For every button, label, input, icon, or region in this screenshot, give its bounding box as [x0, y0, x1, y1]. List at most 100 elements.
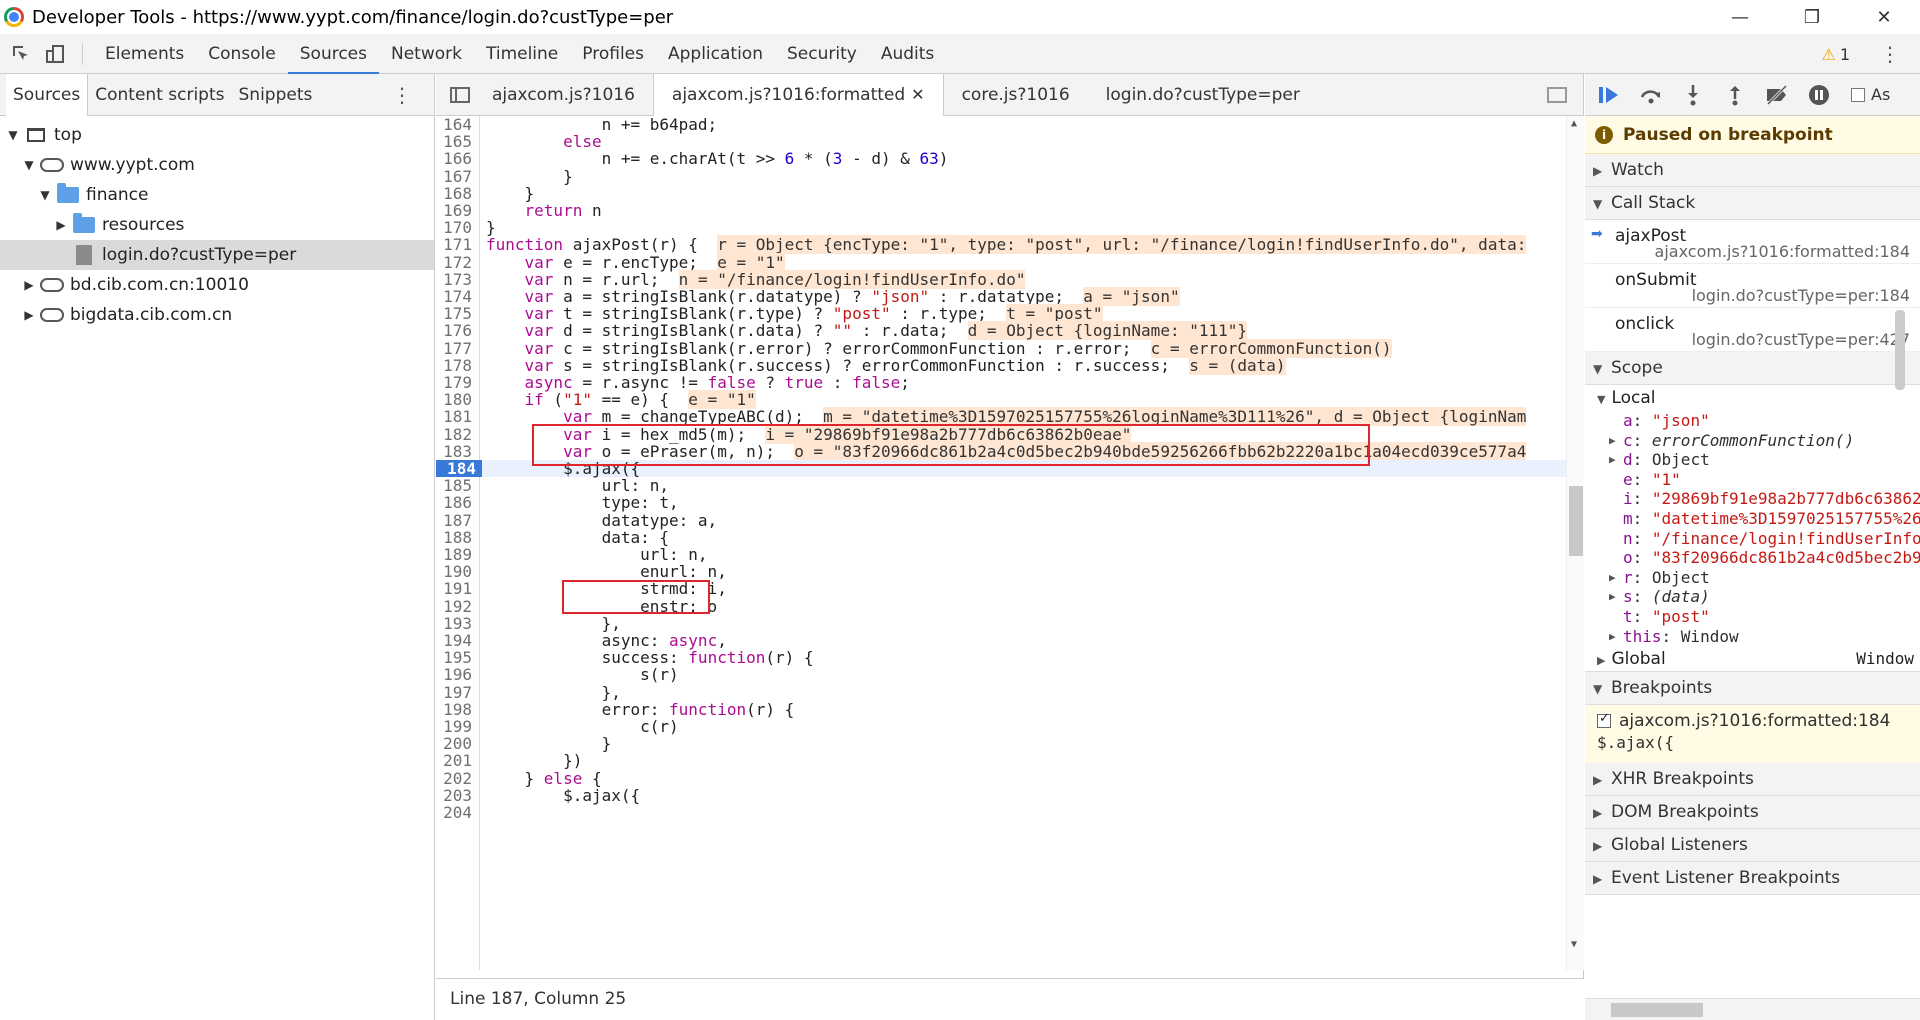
- line-number[interactable]: 185: [436, 477, 478, 494]
- navigator-tab-content-scripts[interactable]: Content scripts: [88, 74, 231, 116]
- tree-item[interactable]: ▼ finance: [0, 180, 434, 210]
- tab-network[interactable]: Network: [379, 34, 474, 74]
- call-frame[interactable]: onSubmit login.do?custType=per:184: [1585, 264, 1920, 308]
- scope-variable[interactable]: i: "29869bf91e98a2b777db6c63862b0eae": [1585, 489, 1920, 509]
- tree-item[interactable]: login.do?custType=per: [0, 240, 434, 270]
- editor-tab[interactable]: core.js?1016: [944, 74, 1088, 116]
- scope-variable[interactable]: a: "json": [1585, 411, 1920, 431]
- line-number[interactable]: 165: [436, 133, 478, 150]
- expanded-arrow-icon[interactable]: ▼: [6, 128, 20, 142]
- async-toggle[interactable]: As: [1851, 85, 1890, 104]
- line-number[interactable]: 201: [436, 752, 478, 769]
- event-listener-breakpoints-header[interactable]: ▶ Event Listener Breakpoints: [1585, 862, 1920, 896]
- line-number[interactable]: 166: [436, 150, 478, 167]
- warnings-counter[interactable]: ⚠ 1: [1821, 34, 1850, 74]
- scope-variable[interactable]: t: "post": [1585, 607, 1920, 627]
- toggle-debugger-icon[interactable]: [1547, 87, 1567, 103]
- callstack-section-header[interactable]: ▼ Call Stack: [1585, 187, 1920, 220]
- line-number[interactable]: 176: [436, 322, 478, 339]
- scope-local-header[interactable]: ▼ Local: [1585, 385, 1920, 411]
- close-tab-icon[interactable]: ✕: [911, 85, 924, 104]
- scope-variable[interactable]: m: "datetime%3D1597025157755%26loginName…: [1585, 509, 1920, 529]
- line-number[interactable]: 188: [436, 529, 478, 546]
- editor-tab[interactable]: login.do?custType=per: [1088, 74, 1318, 116]
- line-number[interactable]: 172: [436, 254, 478, 271]
- devtools-menu-icon[interactable]: ⋮: [1880, 34, 1900, 74]
- line-number[interactable]: 194: [436, 632, 478, 649]
- tab-profiles[interactable]: Profiles: [570, 34, 656, 74]
- line-number[interactable]: 167: [436, 168, 478, 185]
- line-number[interactable]: 171: [436, 236, 478, 253]
- minimize-button[interactable]: —: [1704, 0, 1776, 34]
- call-frame[interactable]: ➡ ajaxPost ajaxcom.js?1016:formatted:184: [1585, 220, 1920, 264]
- line-number[interactable]: 186: [436, 494, 478, 511]
- sidebar-scroll-thumb[interactable]: [1895, 310, 1905, 390]
- line-number[interactable]: 173: [436, 271, 478, 288]
- tree-item[interactable]: ▼ top: [0, 120, 434, 150]
- tree-item[interactable]: ▼ www.yypt.com: [0, 150, 434, 180]
- line-number[interactable]: 195: [436, 649, 478, 666]
- line-number[interactable]: 193: [436, 615, 478, 632]
- tree-item[interactable]: ▶ bd.cib.com.cn:10010: [0, 270, 434, 300]
- line-number[interactable]: 198: [436, 701, 478, 718]
- scope-variable[interactable]: o: "83f20966dc861b2a4c0d5bec2b940bde": [1585, 548, 1920, 568]
- expand-arrow-icon[interactable]: ▶: [1609, 587, 1616, 607]
- expand-arrow-icon[interactable]: ▶: [1609, 431, 1616, 451]
- pause-on-exceptions-icon[interactable]: [1805, 81, 1833, 109]
- tab-application[interactable]: Application: [656, 34, 775, 74]
- xhr-breakpoints-header[interactable]: ▶ XHR Breakpoints: [1585, 763, 1920, 797]
- line-number[interactable]: 183: [436, 443, 478, 460]
- line-number[interactable]: 197: [436, 684, 478, 701]
- line-number[interactable]: 169: [436, 202, 478, 219]
- close-window-button[interactable]: ✕: [1848, 0, 1920, 34]
- code-viewer[interactable]: 164 n += b64pad; 165 else 166 n += e.charA…: [436, 116, 1584, 970]
- tab-console[interactable]: Console: [196, 34, 288, 74]
- expand-arrow-icon[interactable]: ▶: [1609, 627, 1616, 647]
- vertical-scroll-thumb[interactable]: [1569, 486, 1583, 556]
- expand-arrow-icon[interactable]: ▶: [1609, 568, 1616, 588]
- resume-icon[interactable]: [1595, 81, 1623, 109]
- scope-variable[interactable]: ▶ this: Window: [1585, 627, 1920, 647]
- navigator-tab-sources[interactable]: Sources: [6, 73, 89, 116]
- scope-global-header[interactable]: ▶ Global Window: [1585, 646, 1920, 673]
- line-number[interactable]: 187: [436, 512, 478, 529]
- line-number[interactable]: 204: [436, 804, 478, 821]
- scope-variable[interactable]: ▶ d: Object: [1585, 450, 1920, 470]
- line-number[interactable]: 199: [436, 718, 478, 735]
- navigator-tab-snippets[interactable]: Snippets: [232, 74, 320, 116]
- line-number[interactable]: 203: [436, 787, 478, 804]
- line-number[interactable]: 177: [436, 340, 478, 357]
- tab-audits[interactable]: Audits: [869, 34, 946, 74]
- scope-variable[interactable]: ▶ c: errorCommonFunction(): [1585, 431, 1920, 451]
- vertical-scrollbar[interactable]: ▲ ▼: [1566, 116, 1584, 970]
- sidebar-horizontal-scrollbar[interactable]: [1585, 998, 1920, 1020]
- line-number[interactable]: 181: [436, 408, 478, 425]
- expand-arrow-icon[interactable]: ▶: [1609, 450, 1616, 470]
- collapsed-arrow-icon[interactable]: ▶: [22, 308, 36, 322]
- inspect-element-icon[interactable]: [8, 41, 34, 67]
- line-number[interactable]: 182: [436, 426, 478, 443]
- device-mode-icon[interactable]: [42, 41, 68, 67]
- line-number[interactable]: 170: [436, 219, 478, 236]
- line-number[interactable]: 189: [436, 546, 478, 563]
- scope-variable[interactable]: ▶ r: Object: [1585, 568, 1920, 588]
- line-number[interactable]: 168: [436, 185, 478, 202]
- async-checkbox[interactable]: [1851, 87, 1865, 102]
- step-out-icon[interactable]: [1721, 81, 1749, 109]
- expanded-arrow-icon[interactable]: ▼: [22, 158, 36, 172]
- breakpoint-item[interactable]: ajaxcom.js?1016:formatted:184 $.ajax({: [1585, 705, 1920, 764]
- tree-item[interactable]: ▶ bigdata.cib.com.cn: [0, 300, 434, 330]
- navigator-menu-icon[interactable]: ⋮: [392, 74, 412, 116]
- line-number[interactable]: 192: [436, 598, 478, 615]
- toggle-navigator-icon[interactable]: [446, 74, 474, 116]
- breakpoints-section-header[interactable]: ▼ Breakpoints: [1585, 672, 1920, 706]
- editor-tab[interactable]: ajaxcom.js?1016: [474, 74, 653, 116]
- tree-item[interactable]: ▶ resources: [0, 210, 434, 240]
- restore-button[interactable]: ❐: [1776, 0, 1848, 34]
- tab-timeline[interactable]: Timeline: [474, 34, 570, 74]
- line-number[interactable]: 164: [436, 116, 478, 133]
- collapsed-arrow-icon[interactable]: ▶: [22, 278, 36, 292]
- line-number[interactable]: 200: [436, 735, 478, 752]
- breakpoint-checkbox[interactable]: [1597, 711, 1611, 729]
- line-number[interactable]: 180: [436, 391, 478, 408]
